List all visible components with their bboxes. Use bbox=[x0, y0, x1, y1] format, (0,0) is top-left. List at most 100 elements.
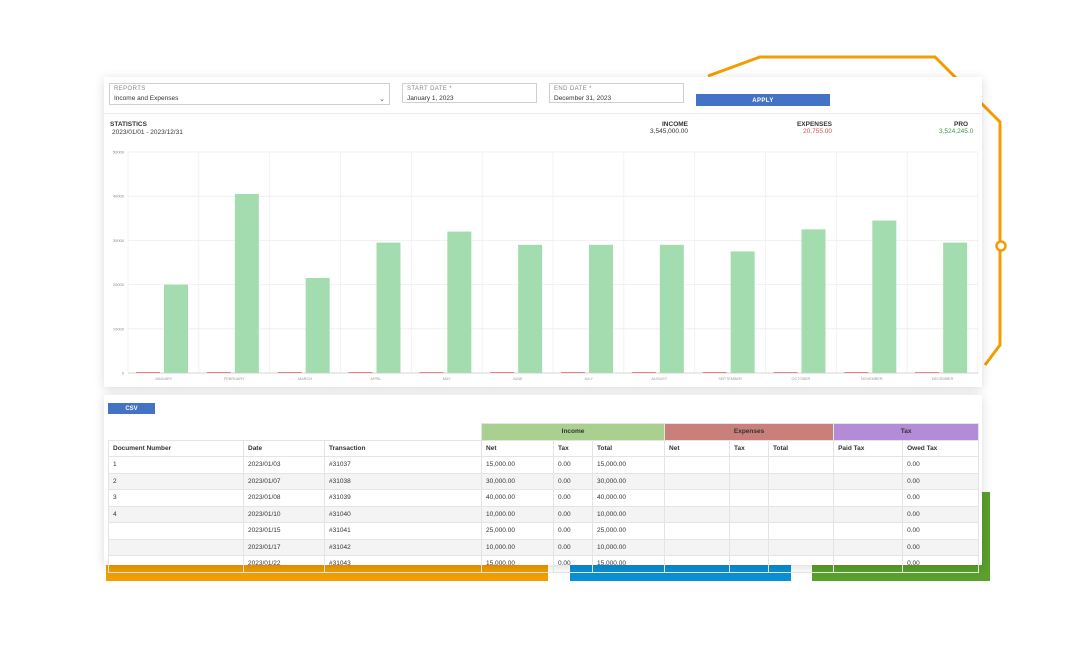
cell-paid-tax bbox=[833, 505, 904, 523]
expense-bar bbox=[844, 372, 869, 373]
cell-date: 2023/01/22 bbox=[243, 555, 325, 573]
x-tick-label: SEPTEMBER bbox=[718, 377, 742, 381]
report-select-value: Income and Expenses bbox=[114, 95, 179, 102]
cell-owed-tax: 0.00 bbox=[902, 489, 980, 507]
cell-transaction: #31037 bbox=[323, 456, 483, 474]
table-row[interactable]: 2 2023/01/07 #31038 30,000.00 0.00 30,000.00 0… bbox=[108, 472, 980, 490]
income-value: 3,545,000.00 bbox=[650, 128, 688, 135]
x-tick-label: OCTOBER bbox=[792, 377, 811, 381]
income-bar bbox=[801, 229, 826, 373]
cell-transaction: #31043 bbox=[323, 555, 483, 573]
cell-income-total: 25,000.00 bbox=[592, 522, 666, 540]
group-header-row: Income Expenses Tax bbox=[108, 423, 980, 441]
cell-income-net: 15,000.00 bbox=[481, 555, 555, 573]
cell-expenses-tax bbox=[729, 555, 770, 573]
cell-expenses-net bbox=[664, 522, 731, 540]
cell-income-tax: 0.00 bbox=[553, 555, 594, 573]
cell-date: 2023/01/15 bbox=[243, 522, 325, 540]
x-tick-label: APRIL bbox=[370, 377, 381, 381]
table-row[interactable]: 2023/01/17 #31042 10,000.00 0.00 10,000.00 0.… bbox=[108, 538, 980, 556]
income-bar bbox=[305, 277, 330, 373]
cell-doc-number: 1 bbox=[108, 456, 244, 474]
cell-income-net: 15,000.00 bbox=[481, 456, 555, 474]
cell-income-tax: 0.00 bbox=[553, 522, 594, 540]
column-header-expenses-tax[interactable]: Tax bbox=[729, 439, 770, 457]
x-tick-label: JANUARY bbox=[155, 377, 173, 381]
x-tick-label: DECEMBER bbox=[932, 377, 954, 381]
cell-income-net: 10,000.00 bbox=[481, 538, 555, 556]
income-expenses-chart: 0 10000 20000 30000 40000 50000 JANUARY FEBRUAR… bbox=[113, 150, 979, 381]
column-header-owed-tax[interactable]: Owed Tax bbox=[902, 439, 980, 457]
cell-expenses-total bbox=[768, 505, 835, 523]
cell-expenses-net bbox=[664, 472, 731, 490]
income-bar bbox=[943, 242, 968, 373]
income-bar bbox=[872, 220, 897, 373]
income-bar bbox=[234, 193, 259, 373]
cell-income-total: 15,000.00 bbox=[592, 555, 666, 573]
cell-income-net: 25,000.00 bbox=[481, 522, 555, 540]
y-tick-label: 40000 bbox=[113, 194, 125, 199]
end-date-field[interactable]: END DATE * December 31, 2023 bbox=[549, 83, 684, 103]
x-tick-label: NOVEMBER bbox=[861, 377, 883, 381]
expense-bar bbox=[277, 372, 302, 373]
csv-export-button[interactable]: CSV EXPORT bbox=[108, 403, 155, 423]
statistics-title: STATISTICS bbox=[110, 121, 147, 128]
start-date-field[interactable]: START DATE * January 1, 2023 bbox=[402, 83, 537, 103]
income-bar bbox=[730, 251, 755, 373]
column-header-expenses-total[interactable]: Total bbox=[768, 439, 835, 457]
cell-owed-tax: 0.00 bbox=[902, 505, 980, 523]
expenses-value: 20,755.00 bbox=[803, 128, 832, 135]
cell-transaction: #31042 bbox=[323, 538, 483, 556]
table-row[interactable]: 3 2023/01/08 #31039 40,000.00 0.00 40,000.00 0… bbox=[108, 489, 980, 507]
table-row[interactable]: 1 2023/01/03 #31037 15,000.00 0.00 15,000.00 0… bbox=[108, 456, 980, 474]
cell-expenses-total bbox=[768, 522, 835, 540]
cell-income-total: 40,000.00 bbox=[592, 489, 666, 507]
column-header-income-net[interactable]: Net bbox=[481, 439, 555, 457]
cell-income-tax: 0.00 bbox=[553, 456, 594, 474]
cell-date: 2023/01/17 bbox=[243, 538, 325, 556]
column-header-income-tax[interactable]: Tax bbox=[553, 439, 594, 457]
table-row[interactable]: 4 2023/01/10 #31040 10,000.00 0.00 10,000.00 0… bbox=[108, 505, 980, 523]
cell-income-tax: 0.00 bbox=[553, 505, 594, 523]
start-date-value: January 1, 2023 bbox=[407, 95, 454, 102]
column-header-transaction[interactable]: Transaction bbox=[323, 439, 483, 457]
income-bar bbox=[659, 244, 684, 373]
table-row[interactable]: 2023/01/22 #31043 15,000.00 0.00 15,000.00 0.… bbox=[108, 555, 980, 573]
x-tick-label: FEBRUARY bbox=[224, 377, 245, 381]
cell-owed-tax: 0.00 bbox=[902, 472, 980, 490]
cell-doc-number bbox=[108, 538, 244, 556]
expense-bar bbox=[490, 372, 515, 373]
column-header-doc-number[interactable]: Document Number bbox=[108, 439, 244, 457]
cell-income-tax: 0.00 bbox=[553, 538, 594, 556]
cell-doc-number: 3 bbox=[108, 489, 244, 507]
cell-income-total: 30,000.00 bbox=[592, 472, 666, 490]
cell-expenses-net bbox=[664, 505, 731, 523]
tax-group-header: Tax bbox=[833, 423, 980, 441]
expense-bar bbox=[915, 372, 940, 373]
expense-bar bbox=[348, 372, 373, 373]
cell-income-net: 30,000.00 bbox=[481, 472, 555, 490]
apply-button[interactable]: APPLY bbox=[696, 94, 830, 106]
report-table: Income Expenses Tax Document Number Date T… bbox=[108, 423, 980, 573]
start-date-label: START DATE * bbox=[407, 86, 453, 92]
cell-expenses-tax bbox=[729, 489, 770, 507]
report-select[interactable]: REPORTS Income and Expenses ⌄ bbox=[109, 83, 390, 105]
column-header-income-total[interactable]: Total bbox=[592, 439, 666, 457]
cell-expenses-tax bbox=[729, 456, 770, 474]
cell-doc-number: 2 bbox=[108, 472, 244, 490]
cell-expenses-total bbox=[768, 456, 835, 474]
cell-date: 2023/01/08 bbox=[243, 489, 325, 507]
chevron-down-icon: ⌄ bbox=[379, 96, 385, 103]
y-tick-label: 50000 bbox=[113, 150, 125, 155]
cell-income-total: 10,000.00 bbox=[592, 538, 666, 556]
column-header-expenses-net[interactable]: Net bbox=[664, 439, 731, 457]
column-header-date[interactable]: Date bbox=[243, 439, 325, 457]
expense-bar bbox=[206, 372, 231, 373]
column-header-paid-tax[interactable]: Paid Tax bbox=[833, 439, 904, 457]
cell-expenses-tax bbox=[729, 505, 770, 523]
cell-expenses-total bbox=[768, 472, 835, 490]
table-row[interactable]: 2023/01/15 #31041 25,000.00 0.00 25,000.00 0.… bbox=[108, 522, 980, 540]
group-header-spacer bbox=[108, 423, 482, 440]
cell-expenses-total bbox=[768, 538, 835, 556]
x-tick-label: JULY bbox=[584, 377, 593, 381]
